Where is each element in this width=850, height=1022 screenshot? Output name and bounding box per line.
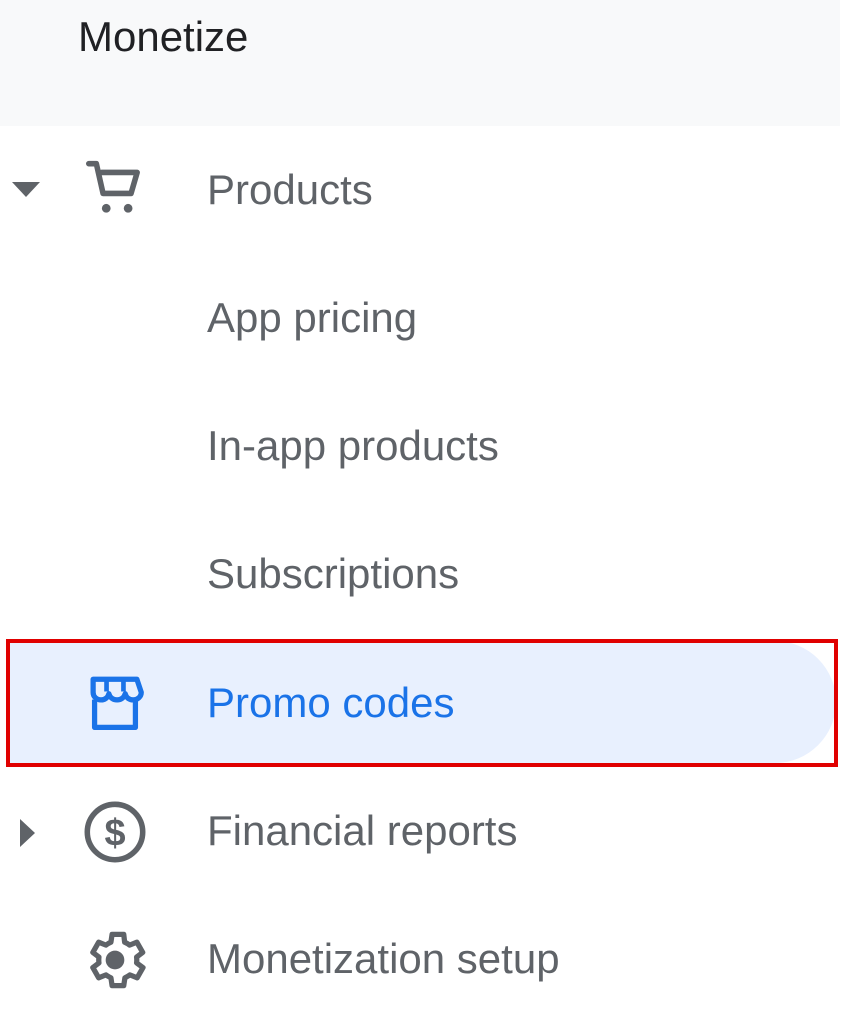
monetize-nav-panel: Monetize Products App pricing In-app pro… [0,0,850,1022]
svg-text:$: $ [104,812,125,854]
section-header: Monetize [0,0,840,126]
nav-item-products[interactable]: Products [0,126,840,254]
nav-item-app-pricing[interactable]: App pricing [0,254,840,382]
nav-label-app-pricing: App pricing [207,294,418,341]
caret-down-icon[interactable] [6,170,46,210]
nav-item-subscriptions[interactable]: Subscriptions [0,510,840,638]
section-title: Monetize [78,13,249,60]
nav-item-in-app-products[interactable]: In-app products [0,382,840,510]
gear-icon [90,931,146,989]
shopping-cart-icon [85,160,140,213]
nav-item-monetization-setup[interactable]: Monetization setup [0,895,840,1022]
dollar-circle-icon: $ [84,801,146,863]
storefront-icon [90,676,144,730]
nav-label-products: Products [207,166,373,213]
nav-label-monetization-setup: Monetization setup [207,935,560,982]
nav-label-subscriptions: Subscriptions [207,550,460,597]
caret-right-icon[interactable] [8,813,48,853]
nav-item-financial-reports[interactable]: $ Financial reports [0,767,840,895]
nav-label-financial-reports: Financial reports [207,807,518,854]
nav-item-promo-codes[interactable]: Promo codes [0,639,840,767]
nav-label-in-app-products: In-app products [207,422,499,469]
nav-label-promo-codes: Promo codes [207,679,455,726]
